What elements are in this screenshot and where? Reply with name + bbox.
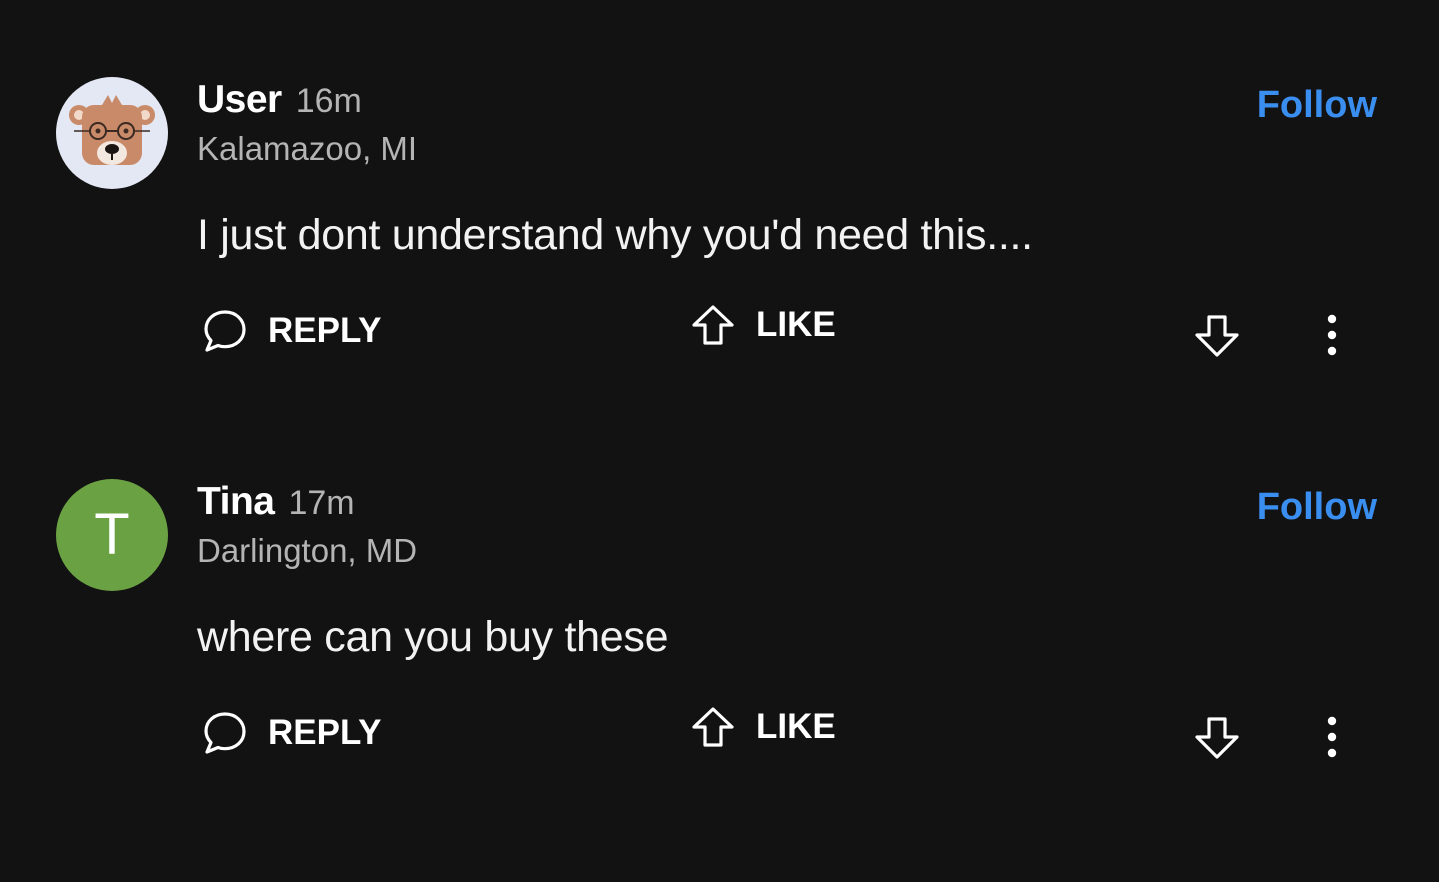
author-row: Tina 17m [197, 480, 355, 526]
user-avatar[interactable]: T [56, 479, 168, 591]
comment-bubble-icon [202, 308, 248, 354]
reply-label: REPLY [268, 311, 382, 350]
like-label: LIKE [756, 305, 836, 344]
comment-timestamp: 16m [295, 82, 362, 120]
downvote-button[interactable] [1193, 715, 1241, 761]
bear-avatar-icon [69, 95, 155, 165]
more-vertical-icon [1320, 714, 1344, 760]
more-options-button[interactable] [1320, 312, 1344, 358]
comment-text: I just dont understand why you'd need th… [197, 211, 1033, 259]
avatar-letter: T [94, 502, 130, 567]
comment-bubble-icon [202, 710, 248, 756]
downvote-arrow-icon [1193, 715, 1241, 761]
user-avatar[interactable] [56, 77, 168, 189]
upvote-arrow-icon [690, 705, 736, 749]
comment-item: T Tina 17m Darlington, MD Follow where c… [0, 402, 1439, 782]
more-vertical-icon [1320, 312, 1344, 358]
author-name[interactable]: Tina [197, 480, 275, 524]
follow-button[interactable]: Follow [1257, 486, 1377, 529]
upvote-arrow-icon [690, 303, 736, 347]
downvote-button[interactable] [1193, 313, 1241, 359]
follow-button[interactable]: Follow [1257, 84, 1377, 127]
comment-item: User 16m Kalamazoo, MI Follow I just don… [0, 0, 1439, 380]
author-name[interactable]: User [197, 78, 282, 122]
reply-label: REPLY [268, 713, 382, 752]
author-row: User 16m [197, 78, 362, 124]
reply-button[interactable]: REPLY [202, 710, 381, 756]
reply-button[interactable]: REPLY [202, 308, 381, 354]
author-location: Darlington, MD [197, 532, 418, 569]
author-location: Kalamazoo, MI [197, 130, 418, 167]
downvote-arrow-icon [1193, 313, 1241, 359]
more-options-button[interactable] [1320, 714, 1344, 760]
like-label: LIKE [756, 707, 836, 746]
like-button[interactable]: LIKE [690, 303, 836, 347]
comment-timestamp: 17m [288, 484, 355, 522]
comment-text: where can you buy these [197, 613, 669, 661]
like-button[interactable]: LIKE [690, 705, 836, 749]
